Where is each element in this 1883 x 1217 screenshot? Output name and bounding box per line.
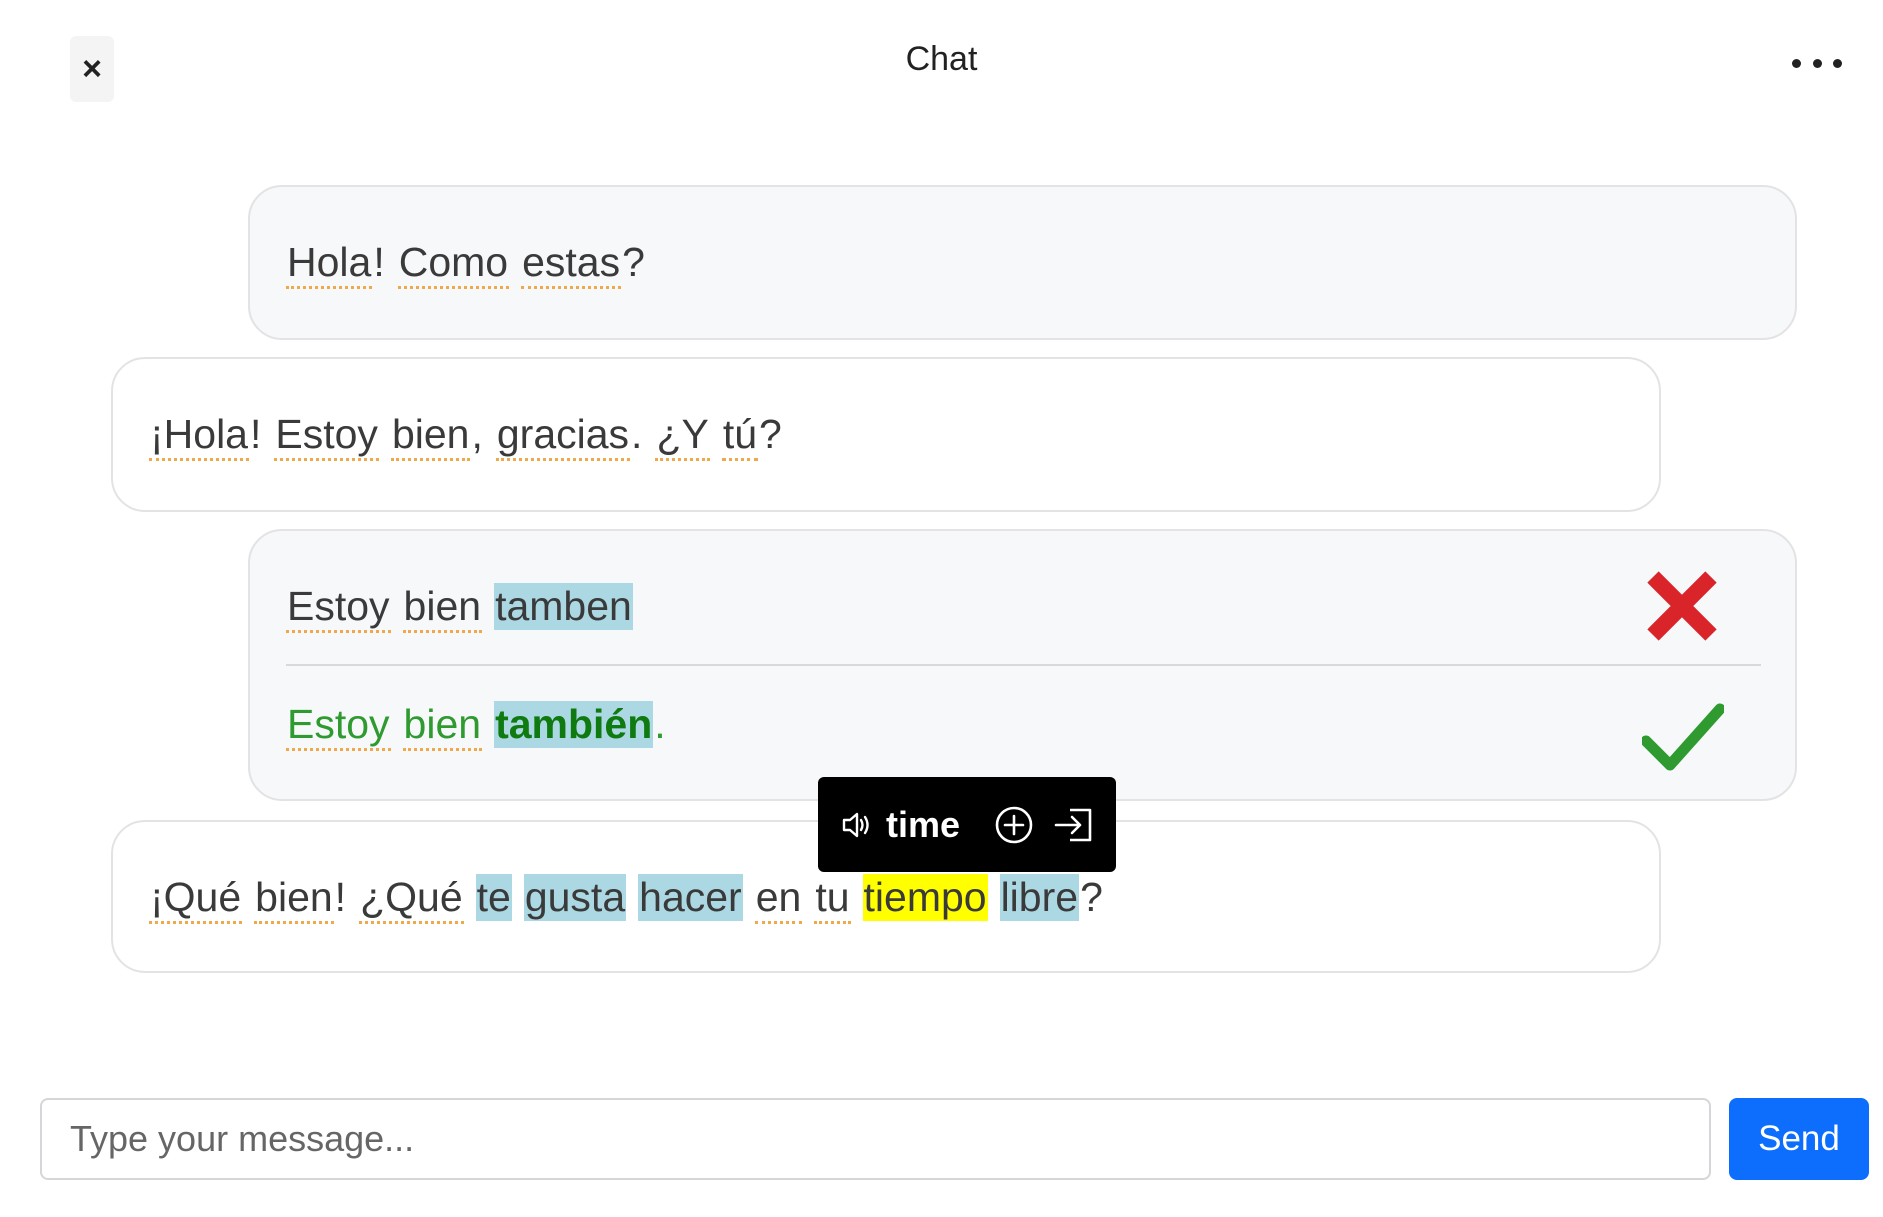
word-token[interactable]: bien [254, 874, 334, 924]
message-text: ¡Qué bien! ¿Qué te gusta hacer en tu tiempo libre… [149, 874, 1104, 924]
word-token[interactable]: ¿Qué [359, 874, 464, 924]
original-text: Estoy bien tamben [286, 583, 633, 633]
punctuation: ! [334, 874, 347, 920]
page-title: Chat [905, 40, 978, 78]
word-token[interactable]: estas [521, 239, 622, 289]
word-token[interactable]: te [475, 874, 512, 921]
message-input[interactable] [40, 1098, 1711, 1180]
word-token[interactable]: hacer [638, 874, 743, 921]
word-token[interactable]: Estoy [286, 583, 391, 633]
translation-word: time [886, 803, 961, 845]
word-token[interactable]: ¿Y [655, 411, 710, 461]
punctuation: . [631, 411, 643, 457]
word-token[interactable]: libre [999, 874, 1080, 921]
word-token[interactable]: tiempo [862, 874, 988, 921]
user-message: Hola! Como estas? [248, 185, 1797, 340]
word-token[interactable]: Como [397, 239, 510, 289]
word-token[interactable]: Estoy [286, 701, 391, 751]
send-button[interactable]: Send [1729, 1098, 1869, 1180]
word-token[interactable]: ¡Hola [149, 411, 249, 461]
enter-icon[interactable] [1052, 805, 1096, 845]
chat-header: × Chat [0, 0, 1883, 130]
add-circle-icon[interactable] [994, 805, 1034, 845]
word-token[interactable]: gusta [523, 874, 627, 921]
word-token[interactable]: bien [402, 583, 483, 633]
word-token[interactable]: también [494, 701, 654, 748]
message-text: ¡Hola! Estoy bien, gracias. ¿Y tú? [149, 411, 783, 461]
dot-icon [1792, 58, 1801, 68]
correct-check-icon [1642, 703, 1724, 771]
message-text: Hola! Como estas? [286, 239, 646, 289]
dot-icon [1833, 58, 1842, 68]
punctuation: ! [249, 411, 262, 457]
word-token[interactable]: tu [814, 874, 851, 924]
incorrect-x-icon [1647, 571, 1717, 641]
punctuation: ! [373, 239, 385, 285]
more-options-button[interactable] [1792, 48, 1842, 78]
speaker-icon[interactable] [840, 808, 874, 842]
punctuation: ? [622, 239, 645, 285]
word-token[interactable]: gracias [495, 411, 631, 461]
word-token[interactable]: tamben [494, 583, 633, 630]
word-token[interactable]: Hola [286, 239, 373, 289]
punctuation: , [471, 411, 483, 457]
punctuation: . [654, 701, 666, 747]
assistant-message: ¡Hola! Estoy bien, gracias. ¿Y tú? [111, 357, 1661, 512]
correction-message: Estoy bien tamben Estoy bien también. [248, 529, 1797, 801]
punctuation: ? [759, 411, 782, 457]
divider [286, 664, 1761, 666]
corrected-text: Estoy bien también. [286, 701, 667, 751]
punctuation: ? [1080, 874, 1103, 920]
word-token[interactable]: Estoy [274, 411, 379, 461]
word-token[interactable]: bien [402, 701, 483, 751]
dot-icon [1812, 58, 1822, 68]
word-token[interactable]: ¡Qué [149, 874, 243, 924]
word-token[interactable]: tú [721, 411, 759, 461]
word-token[interactable]: en [754, 874, 803, 924]
translation-popup: time [818, 777, 1116, 872]
word-token[interactable]: bien [390, 411, 471, 461]
